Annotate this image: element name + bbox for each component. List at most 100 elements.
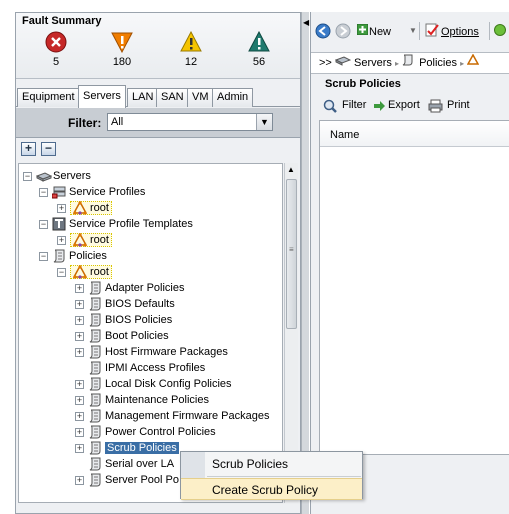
- template-icon: [52, 217, 66, 231]
- org-icon: [466, 53, 481, 73]
- tree-label: root: [90, 234, 109, 246]
- expand-all-button[interactable]: +: [21, 142, 36, 156]
- policy-icon: [88, 313, 102, 327]
- chevron-down-icon[interactable]: ▼: [256, 114, 272, 130]
- column-header-name[interactable]: Name: [320, 121, 509, 147]
- new-dropdown-icon[interactable]: ▼: [409, 26, 417, 35]
- expand-toggle[interactable]: +: [75, 379, 84, 389]
- expand-toggle[interactable]: +: [75, 411, 84, 421]
- forward-icon[interactable]: [335, 23, 351, 39]
- export-icon[interactable]: [374, 101, 385, 111]
- minor-fault-icon: [180, 31, 202, 52]
- scroll-up-icon[interactable]: ▲: [287, 165, 295, 174]
- expand-toggle[interactable]: +: [75, 299, 84, 309]
- collapse-toggle[interactable]: −: [39, 219, 48, 229]
- section-title: Scrub Policies: [325, 78, 401, 90]
- major-fault[interactable]: 180: [102, 31, 142, 68]
- new-button[interactable]: New: [369, 26, 391, 38]
- navigation-pane: Fault Summary 5 180 12 56 Equipment Serv…: [15, 12, 301, 514]
- tree-node-root[interactable]: + root: [57, 200, 112, 216]
- new-icon[interactable]: [357, 24, 368, 35]
- help-icon[interactable]: [494, 24, 506, 36]
- expand-toggle[interactable]: +: [75, 315, 84, 325]
- expand-toggle[interactable]: +: [75, 443, 84, 453]
- policy-icon: [52, 249, 66, 263]
- tree-node-policy-item[interactable]: + Maintenance Policies: [75, 392, 209, 408]
- tree-node-policy-item[interactable]: + BIOS Defaults: [75, 296, 175, 312]
- menu-item-create-scrub-policy[interactable]: Create Scrub Policy: [181, 478, 362, 500]
- collapse-left-icon[interactable]: ◀: [303, 18, 309, 27]
- collapse-toggle[interactable]: −: [23, 171, 32, 181]
- expand-toggle[interactable]: +: [75, 347, 84, 357]
- collapse-all-button[interactable]: −: [41, 142, 56, 156]
- tree-node-policy-item[interactable]: + BIOS Policies: [75, 312, 172, 328]
- service-profile-icon: [52, 185, 66, 199]
- critical-fault[interactable]: 5: [36, 31, 76, 68]
- tree-label: Serial over LA: [105, 458, 175, 470]
- tree-node-policy-item[interactable]: + Scrub Policies: [75, 440, 179, 456]
- tree-node-policy-item[interactable]: + Server Pool Po: [75, 472, 179, 488]
- filter-dropdown[interactable]: All ▼: [107, 113, 273, 131]
- collapse-toggle[interactable]: −: [57, 267, 66, 277]
- policy-icon: [88, 393, 102, 407]
- fault-summary-title: Fault Summary: [22, 15, 102, 27]
- filter-label: Filter:: [68, 116, 102, 130]
- expand-toggle[interactable]: +: [75, 427, 84, 437]
- filter-button[interactable]: Filter: [342, 99, 366, 111]
- tree-node-policy-item[interactable]: + Power Control Policies: [75, 424, 216, 440]
- options-button[interactable]: Options: [441, 26, 479, 38]
- tree-node-servers[interactable]: − Servers: [23, 168, 91, 184]
- expand-toggle[interactable]: +: [75, 395, 84, 405]
- minor-fault[interactable]: 12: [171, 31, 211, 68]
- tab-servers[interactable]: Servers: [78, 85, 126, 108]
- tab-equipment[interactable]: Equipment: [17, 88, 80, 107]
- tree-label: Maintenance Policies: [105, 394, 209, 406]
- expand-toggle[interactable]: +: [75, 331, 84, 341]
- tree-label: root: [90, 202, 109, 214]
- options-icon[interactable]: [425, 23, 439, 37]
- export-button[interactable]: Export: [388, 99, 420, 111]
- tab-admin[interactable]: Admin: [212, 88, 254, 107]
- tree-node-root[interactable]: + root: [57, 232, 112, 248]
- tree-label: Service Profiles: [69, 186, 146, 198]
- expand-toggle[interactable]: +: [75, 475, 84, 485]
- print-button[interactable]: Print: [447, 99, 470, 111]
- org-icon: [73, 201, 87, 215]
- policy-icon: [88, 329, 102, 343]
- tree-node-service-profile-templates[interactable]: − Service Profile Templates: [39, 216, 193, 232]
- back-icon[interactable]: [315, 23, 331, 39]
- expand-toggle[interactable]: +: [57, 235, 66, 245]
- scroll-thumb[interactable]: ≡: [286, 179, 297, 329]
- breadcrumb-servers[interactable]: Servers: [354, 57, 392, 69]
- collapse-toggle[interactable]: −: [39, 251, 48, 261]
- minor-fault-count: 12: [184, 56, 198, 68]
- tree-node-policy-item[interactable]: IPMI Access Profiles: [75, 360, 205, 376]
- tree-node-root[interactable]: − root: [57, 264, 112, 280]
- breadcrumb-policies[interactable]: Policies: [419, 57, 457, 69]
- collapse-toggle[interactable]: −: [39, 187, 48, 197]
- filter-icon[interactable]: [323, 99, 337, 113]
- tree-node-policy-item[interactable]: + Local Disk Config Policies: [75, 376, 232, 392]
- tab-san[interactable]: SAN: [156, 88, 189, 107]
- tree-label: Scrub Policies: [105, 442, 179, 454]
- tree-node-policy-item[interactable]: + Host Firmware Packages: [75, 344, 228, 360]
- tree-node-policy-item[interactable]: + Adapter Policies: [75, 280, 185, 296]
- tree-label: Host Firmware Packages: [105, 346, 228, 358]
- tab-vm[interactable]: VM: [187, 88, 214, 107]
- pane-divider[interactable]: ◀: [301, 12, 309, 514]
- tree-node-policy-item[interactable]: + Management Firmware Packages: [75, 408, 269, 424]
- expand-toggle[interactable]: +: [57, 203, 66, 213]
- breadcrumb-chevron-icon: ▸: [460, 59, 465, 68]
- tree-node-policy-item[interactable]: + Boot Policies: [75, 328, 169, 344]
- warning-fault-count: 56: [252, 56, 266, 68]
- print-icon[interactable]: [428, 99, 443, 113]
- tree-node-policy-item[interactable]: Serial over LA: [75, 456, 174, 472]
- tree-node-service-profiles[interactable]: − Service Profiles: [39, 184, 145, 200]
- menu-item-scrub-policies[interactable]: Scrub Policies: [181, 453, 362, 475]
- expand-toggle[interactable]: +: [75, 283, 84, 293]
- warning-fault[interactable]: 56: [239, 31, 279, 68]
- tab-lan[interactable]: LAN: [127, 88, 159, 107]
- policy-icon: [88, 473, 102, 487]
- tree-node-policies[interactable]: − Policies: [39, 248, 107, 264]
- tree-label: Service Profile Templates: [69, 218, 193, 230]
